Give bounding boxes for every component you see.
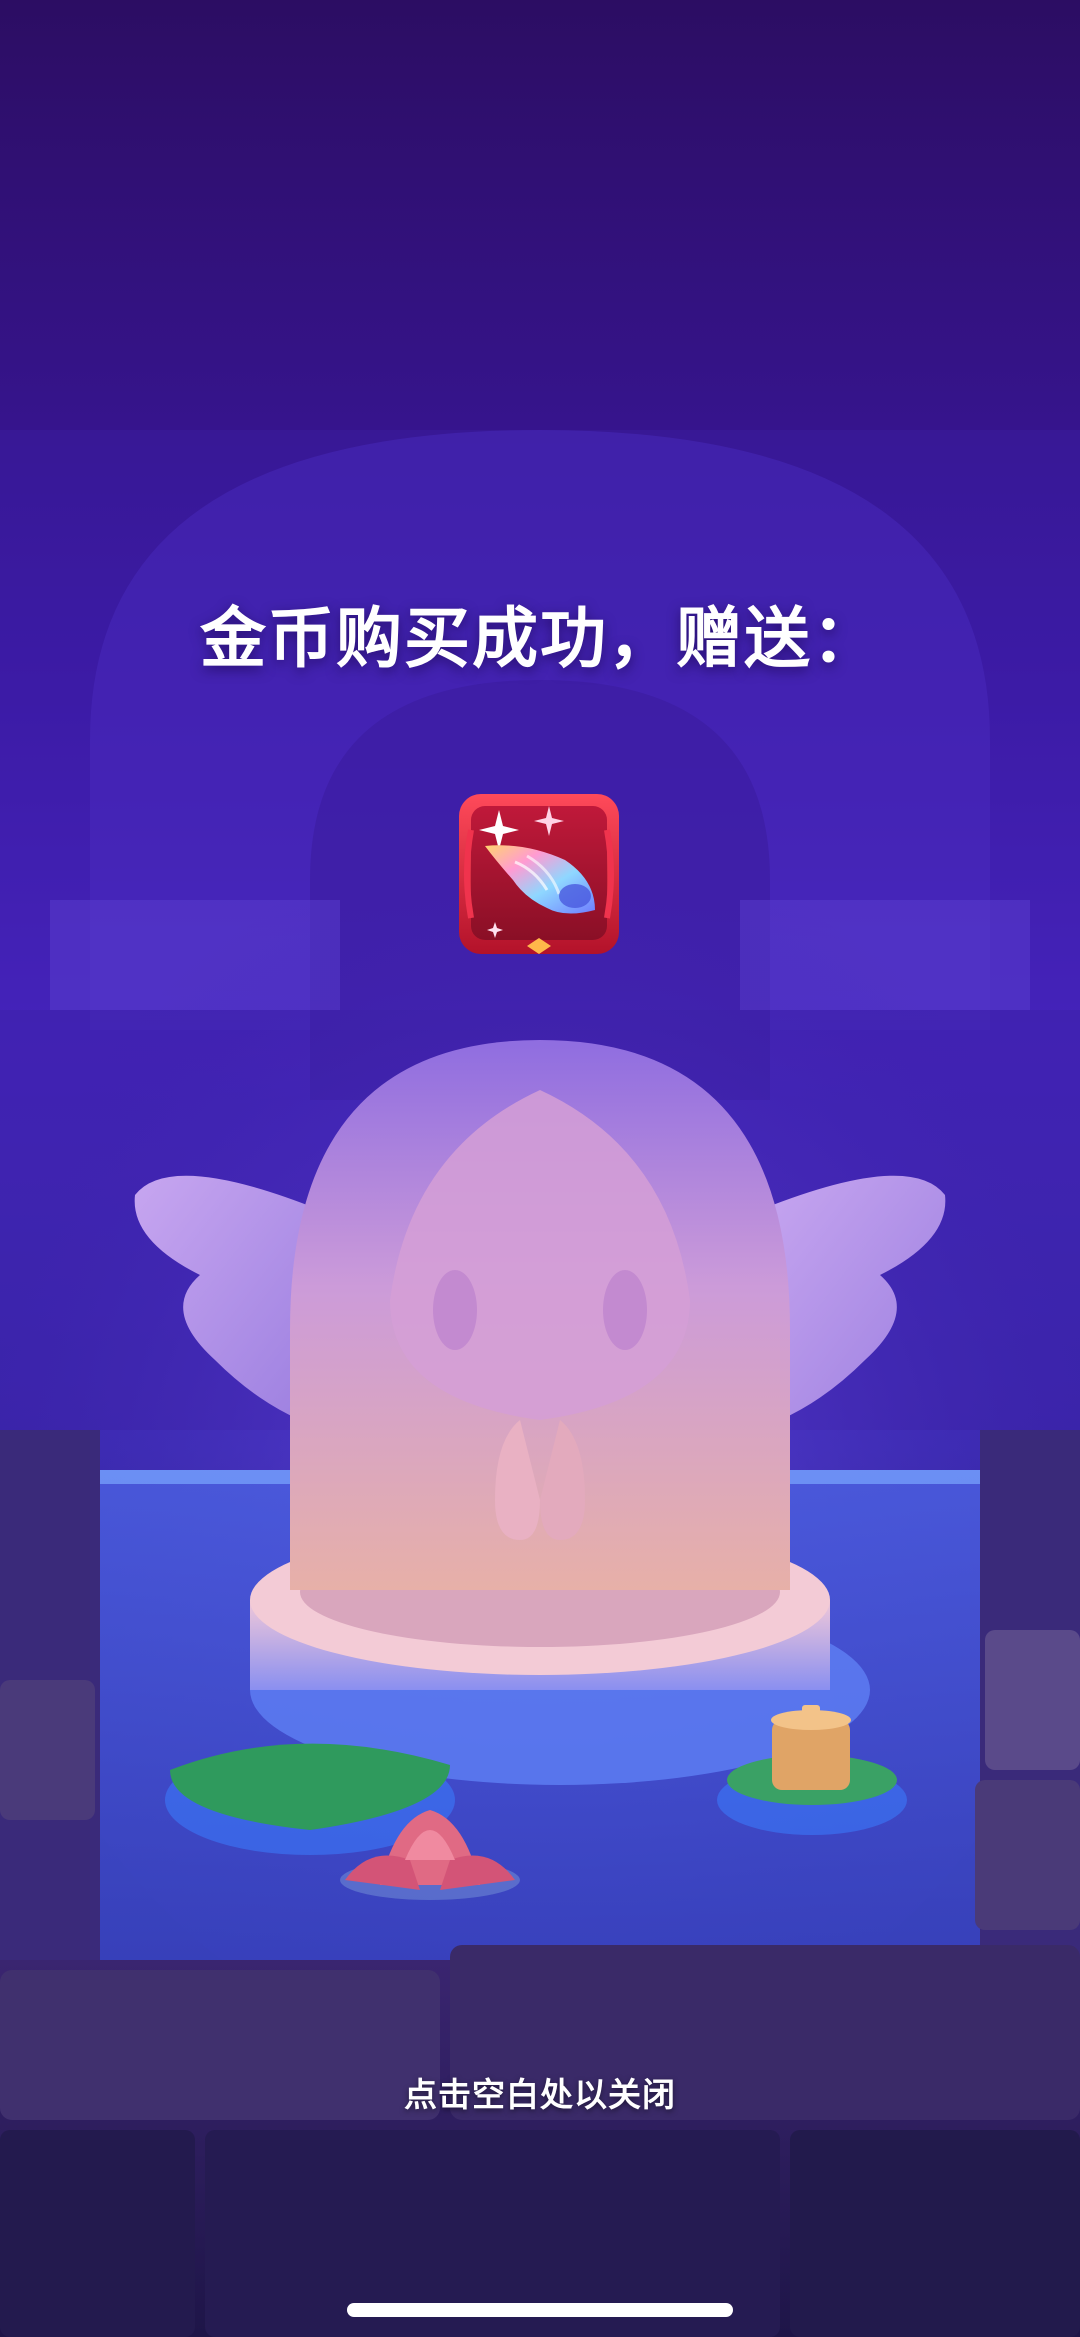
reward-item-card[interactable] [455,790,623,958]
reward-screen: 金币购买成功，赠送： 点击空白处以关闭 [0,0,1080,2337]
temple-background-scene [0,430,1080,2337]
rainbow-conch-shell-icon [459,794,619,954]
tap-to-close-hint: 点击空白处以关闭 [404,2075,676,2114]
purchase-success-title: 金币购买成功，赠送： [200,600,880,677]
home-indicator[interactable] [347,2303,733,2317]
